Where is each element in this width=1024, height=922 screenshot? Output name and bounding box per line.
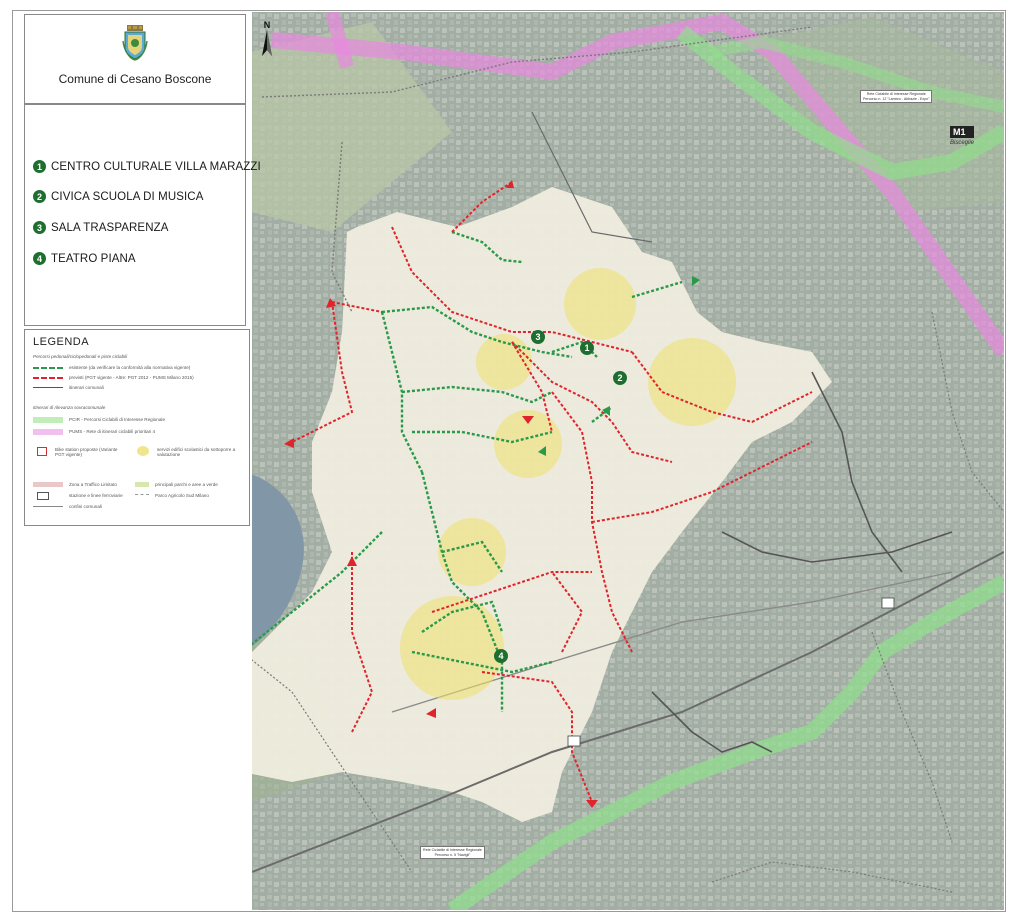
legend-swatch-park [135, 494, 149, 495]
venue-number: 3 [33, 221, 46, 234]
venue-name: SALA TRASPARENZA [51, 221, 169, 234]
pcir-label-top: Rete Ciclabile di Interesse Regionale Pe… [860, 90, 933, 104]
legend-item-planned: previsti (PGT vigente - Altre: PGT 2012 … [69, 375, 194, 380]
legend-item-buildings: servizi edifici scolastici da sottoporre… [157, 447, 236, 457]
venue-item: 1 CENTRO CULTURALE VILLA MARAZZI [33, 160, 261, 173]
bike-station-icon [37, 447, 47, 456]
legend-swatch-existing [33, 367, 63, 369]
metro-code: M1 [950, 126, 975, 138]
title-panel: Comune di Cesano Boscone [24, 14, 246, 104]
north-arrow: N [259, 20, 275, 64]
venue-number: 2 [33, 190, 46, 203]
map-view[interactable] [252, 12, 1004, 910]
venue-marker-3[interactable]: 3 [531, 330, 545, 344]
legend-item-ztl: Zona a Traffico Limitato [69, 482, 117, 487]
legend-title: LEGENDA [33, 336, 90, 348]
legend-swatch-ztl [33, 482, 63, 487]
legend-swatch-boundary [33, 506, 63, 507]
venues-panel: 1 CENTRO CULTURALE VILLA MARAZZI 2 CIVIC… [24, 104, 261, 326]
venue-marker-2[interactable]: 2 [613, 371, 627, 385]
metro-station: Bisceglie [950, 140, 975, 146]
venue-name: CENTRO CULTURALE VILLA MARAZZI [51, 160, 261, 173]
legend-swatch-planned [33, 377, 63, 379]
legend-swatch-green [135, 482, 149, 487]
pcir-label-bottom: Rete Ciclabile di Interesse Regionale Pe… [420, 846, 485, 860]
legend-panel: LEGENDA Percorsi pedonali/ciclopedonali … [24, 329, 250, 526]
venue-item: 4 TEATRO PIANA [33, 252, 136, 265]
legend-item-boundary: confini comunali [69, 504, 102, 509]
pcir-top-line2: Percorso n. 12 "Lambro - Abbazie - Expo" [863, 96, 930, 101]
legend-swatch-other [33, 387, 63, 388]
venue-marker-4[interactable]: 4 [494, 649, 508, 663]
north-label: N [263, 20, 271, 30]
legend-item-parking: stazione e linee ferroviarie [69, 493, 123, 498]
venue-name: TEATRO PIANA [51, 252, 136, 265]
venue-number: 4 [33, 252, 46, 265]
legend-section-paths: Percorsi pedonali/ciclopedonali e piste … [33, 354, 128, 359]
legend-item-park: Parco Agricolo Sud Milano [155, 493, 209, 498]
legend-swatch-pcir [33, 417, 63, 423]
legend-item-existing: esistente (da verificare la conformità a… [69, 365, 191, 370]
station-icon [37, 492, 49, 500]
venue-name: CIVICA SCUOLA DI MUSICA [51, 190, 204, 203]
legend-item-green: principali parchi e aree a verde [155, 482, 218, 487]
legend-section-relevance: Itinerari di rilevanza sovracomunale [33, 405, 106, 410]
venue-item: 3 SALA TRASPARENZA [33, 221, 169, 234]
legend-swatch-buildings [137, 446, 149, 456]
pcir-bottom-line1: Rete Ciclabile di Interesse Regionale [423, 848, 482, 852]
pcir-top-line1: Rete Ciclabile di Interesse Regionale [866, 92, 926, 96]
metro-marker: M1 Bisceglie [950, 126, 975, 146]
coat-of-arms-icon [122, 25, 148, 61]
north-arrow-icon [262, 30, 272, 56]
municipality-name: Comune di Cesano Boscone [58, 72, 212, 86]
legend-swatch-pums [33, 429, 63, 435]
venue-marker-1[interactable]: 1 [580, 341, 594, 355]
legend-item-pcir: PCIR - Percorsi Ciclabili di Interesse R… [69, 417, 165, 422]
venue-number: 1 [33, 160, 46, 173]
legend-item-bike-station: Bike station proposte (Variante PGT vige… [55, 447, 118, 457]
venue-item: 2 CIVICA SCUOLA DI MUSICA [33, 190, 203, 203]
legend-item-other: itinerari comunali [69, 385, 104, 390]
pcir-bottom-line2: Percorso n. 5 "Navigli" [434, 852, 471, 857]
legend-item-pums: PUMS - Rete di itinerari ciclabili prior… [69, 429, 156, 434]
